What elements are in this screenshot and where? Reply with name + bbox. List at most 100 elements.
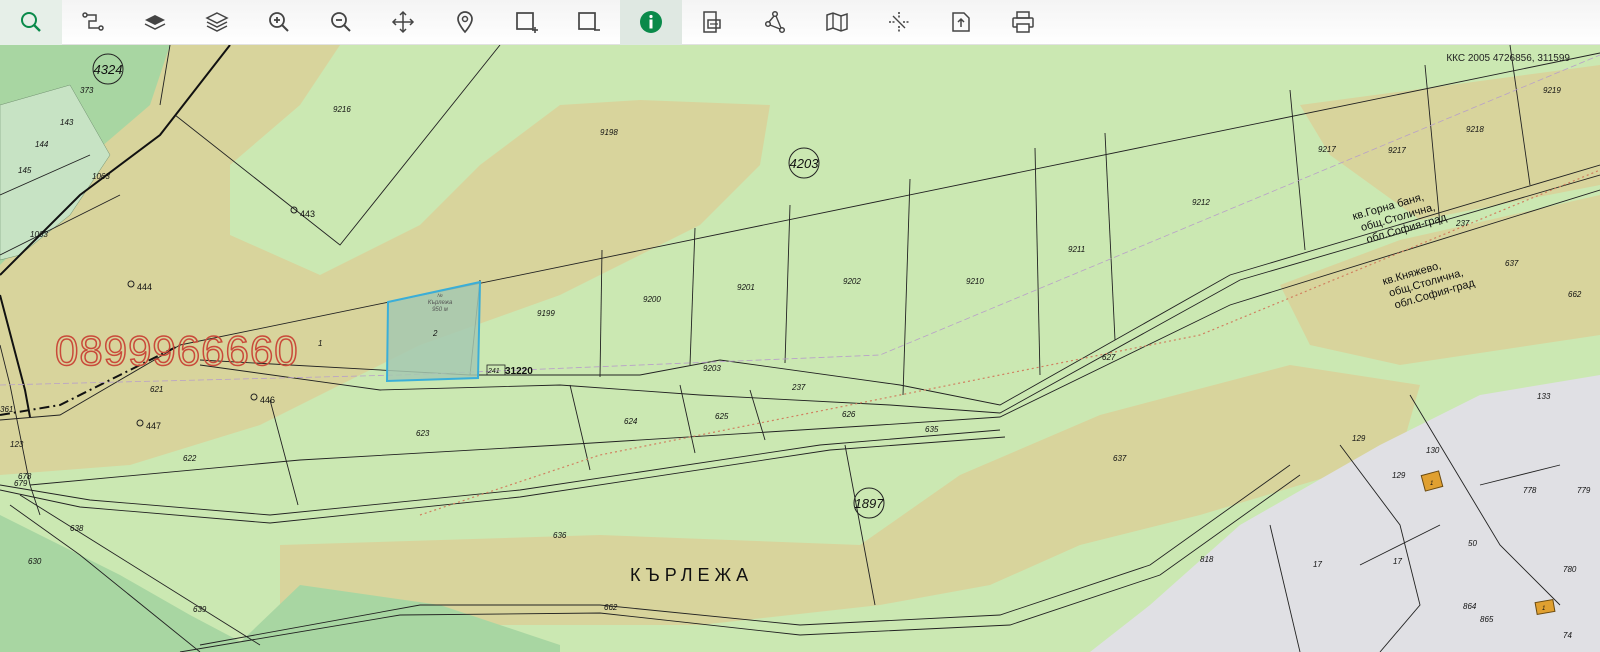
- parcel-label: 778: [1523, 486, 1537, 495]
- select-remove-button[interactable]: [558, 0, 620, 45]
- selected-parcel-line: Кърлежа: [428, 300, 453, 306]
- parcel-label: 9198: [600, 128, 618, 137]
- parcel-label: 630: [28, 557, 42, 566]
- parcel-label: 638: [70, 524, 84, 533]
- route-icon: [82, 12, 104, 31]
- parcel-label: 627: [1102, 353, 1116, 362]
- parcel-label: 237: [1455, 219, 1470, 228]
- block-number: 4324: [94, 62, 123, 77]
- parcel-label: 133: [1537, 392, 1551, 401]
- parcel-label: 9203: [703, 364, 721, 373]
- cut-tool-button[interactable]: [868, 0, 930, 45]
- parcel-label: 373: [80, 86, 94, 95]
- parcel-label: 623: [416, 429, 430, 438]
- parcel-label: 9210: [966, 277, 984, 286]
- parcel-label: 9202: [843, 277, 861, 286]
- parcel-label: 50: [1468, 539, 1477, 548]
- zoom-out-icon: [331, 12, 351, 32]
- parcel-label: 626: [842, 410, 856, 419]
- road-label: 31220: [505, 366, 533, 377]
- selected-parcel-line: 950 м: [432, 307, 448, 313]
- layers-tool-button[interactable]: [186, 0, 248, 45]
- parcel-label: 621: [150, 385, 163, 394]
- parcel-label: 679: [14, 479, 28, 488]
- info-icon: [640, 11, 662, 33]
- parcel-label: 237: [791, 383, 806, 392]
- parcel-label: 1: [318, 339, 322, 348]
- selected-parcel-line: №: [437, 293, 443, 299]
- map-view-button[interactable]: [806, 0, 868, 45]
- parcel-label: 17: [1313, 560, 1322, 569]
- export-file-icon: [952, 12, 970, 32]
- share-nodes-icon: [764, 10, 786, 34]
- parcel-label: 144: [35, 140, 49, 149]
- parcel-label: 9201: [737, 283, 755, 292]
- share-button[interactable]: [744, 0, 806, 45]
- parcel-label: 9216: [333, 105, 351, 114]
- building-label: 1: [1542, 606, 1545, 612]
- watermark-phone: 0899966660: [54, 326, 299, 375]
- parcel-label: 9218: [1466, 125, 1484, 134]
- parcel-label: 624: [624, 417, 638, 426]
- printer-icon: [1012, 11, 1034, 33]
- map-toolbar: [0, 0, 1600, 45]
- parcel-label: 145: [18, 166, 32, 175]
- block-number: 1897: [855, 496, 885, 511]
- parcel-label: 636: [553, 531, 567, 540]
- parcel-label: 143: [60, 118, 74, 127]
- parcel-label: 129: [1352, 434, 1366, 443]
- layer-tool-button[interactable]: [124, 0, 186, 45]
- print-button[interactable]: [992, 0, 1054, 45]
- parcel-label: 625: [715, 412, 729, 421]
- parcel-label: 361: [0, 405, 13, 414]
- parcel-label: 780: [1563, 565, 1577, 574]
- coordinate-readout: ККС 2005 4726856, 311599: [1446, 53, 1570, 64]
- pan-move-icon: [391, 10, 415, 34]
- layer-icon: [144, 15, 166, 30]
- parcel-label: 865: [1480, 615, 1494, 624]
- parcel-label: 662: [1568, 290, 1582, 299]
- pan-button[interactable]: [372, 0, 434, 45]
- place-name-label: КЪРЛЕЖА: [630, 565, 754, 585]
- select-add-button[interactable]: [496, 0, 558, 45]
- parcel-label: 9217: [1388, 146, 1406, 155]
- point-label: 444: [137, 282, 152, 292]
- info-button[interactable]: [620, 0, 682, 45]
- measure-button[interactable]: [682, 0, 744, 45]
- point-label: 443: [300, 209, 315, 219]
- folded-map-icon: [826, 12, 848, 32]
- parcel-label: 1063: [30, 230, 48, 239]
- parcel-label: 1063: [92, 172, 110, 181]
- zoom-in-button[interactable]: [248, 0, 310, 45]
- zoom-out-button[interactable]: [310, 0, 372, 45]
- parcel-label: 818: [1200, 555, 1214, 564]
- measure-icon: [703, 11, 721, 33]
- building-label: 1: [1430, 481, 1433, 487]
- parcel-label: 779: [1577, 486, 1591, 495]
- zoom-in-icon: [269, 12, 289, 32]
- parcel-label: 637: [1505, 259, 1519, 268]
- search-tool-button[interactable]: [0, 0, 62, 45]
- parcel-label: 123: [10, 440, 24, 449]
- point-label: 447: [146, 421, 161, 431]
- map-pin-icon: [457, 11, 473, 34]
- parcel-label: 9217: [1318, 145, 1336, 154]
- export-button[interactable]: [930, 0, 992, 45]
- layers-icon: [205, 12, 229, 32]
- route-tool-button[interactable]: [62, 0, 124, 45]
- parcel-label: 9212: [1192, 198, 1210, 207]
- parcel-label: 622: [183, 454, 197, 463]
- parcel-label: 2: [432, 329, 438, 338]
- parcel-label: 864: [1463, 602, 1477, 611]
- rectangle-minus-icon: [578, 12, 600, 31]
- parcel-label: 639: [193, 605, 207, 614]
- parcel-label: 129: [1392, 471, 1406, 480]
- marker-button[interactable]: [434, 0, 496, 45]
- parcel-label: 74: [1563, 631, 1572, 640]
- point-label: 446: [260, 395, 275, 405]
- road-small-label: 241: [487, 368, 500, 375]
- parcel-label: 662: [604, 603, 618, 612]
- parcel-label: 9219: [1543, 86, 1561, 95]
- block-number: 4203: [790, 156, 820, 171]
- cadastral-map[interactable]: 4324 4203 1897 373 143 144 145 1063 1063…: [0, 45, 1600, 652]
